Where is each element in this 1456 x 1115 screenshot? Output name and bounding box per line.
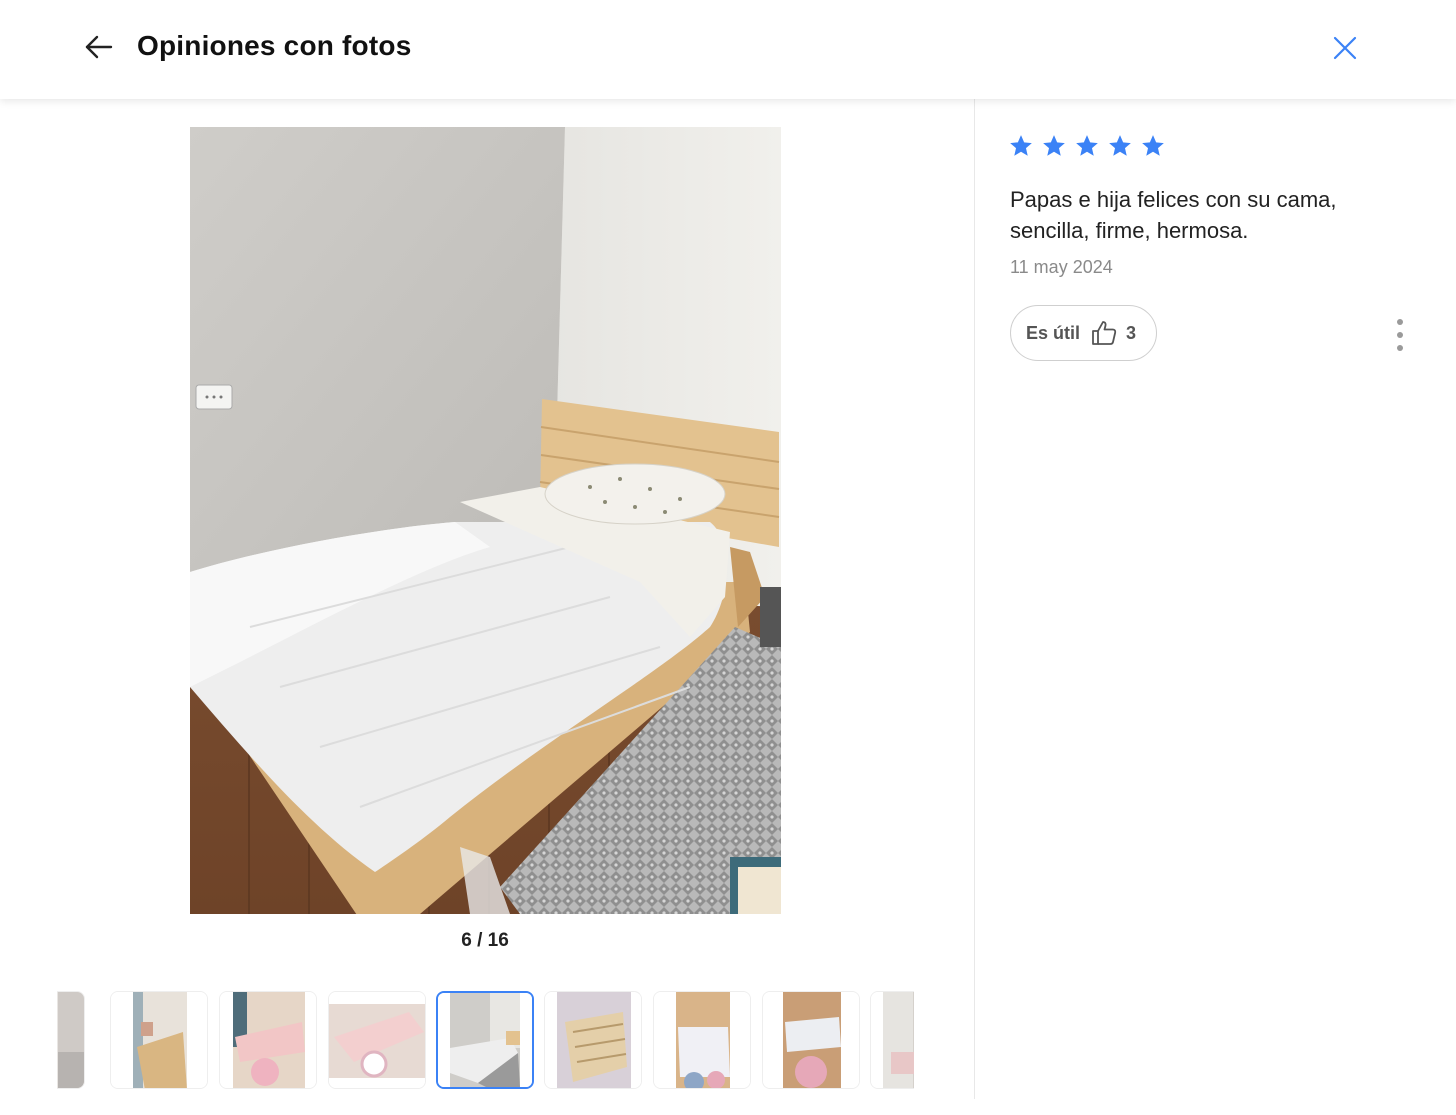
- star-rating: [1008, 133, 1166, 159]
- page-title: Opiniones con fotos: [137, 30, 412, 61]
- more-vertical-icon: [1397, 319, 1403, 351]
- thumbs-up-icon: [1090, 319, 1118, 347]
- thumbnail[interactable]: [219, 991, 317, 1089]
- thumbnail[interactable]: [57, 991, 85, 1089]
- close-icon: [1333, 36, 1357, 60]
- star-icon: [1107, 133, 1133, 159]
- header: Opiniones con fotos: [0, 0, 1456, 99]
- star-icon: [1041, 133, 1067, 159]
- thumbnail[interactable]: [328, 991, 426, 1089]
- star-icon: [1074, 133, 1100, 159]
- thumbnail[interactable]: [870, 991, 914, 1089]
- thumbnail[interactable]: [110, 991, 208, 1089]
- review-date: 11 may 2024: [1010, 257, 1113, 277]
- main-review-photo: [190, 127, 781, 914]
- panel-divider: [974, 99, 975, 1099]
- useful-button[interactable]: Es útil 3: [1010, 305, 1157, 361]
- close-button[interactable]: [1330, 33, 1360, 63]
- thumbnail[interactable]: [762, 991, 860, 1089]
- star-icon: [1140, 133, 1166, 159]
- useful-count: 3: [1126, 322, 1137, 343]
- back-button[interactable]: [82, 30, 116, 64]
- useful-label: Es útil: [1026, 322, 1081, 343]
- thumbnail-strip[interactable]: [57, 991, 914, 1089]
- more-options-button[interactable]: [1390, 318, 1410, 352]
- thumbnail[interactable]: [544, 991, 642, 1089]
- thumbnail[interactable]: [653, 991, 751, 1089]
- photo-counter: 6 / 16: [461, 930, 509, 951]
- thumbnail-active[interactable]: [436, 991, 534, 1089]
- star-icon: [1008, 133, 1034, 159]
- arrow-left-icon: [85, 35, 113, 59]
- review-text: Papas e hija felices con su cama, sencil…: [1010, 187, 1337, 243]
